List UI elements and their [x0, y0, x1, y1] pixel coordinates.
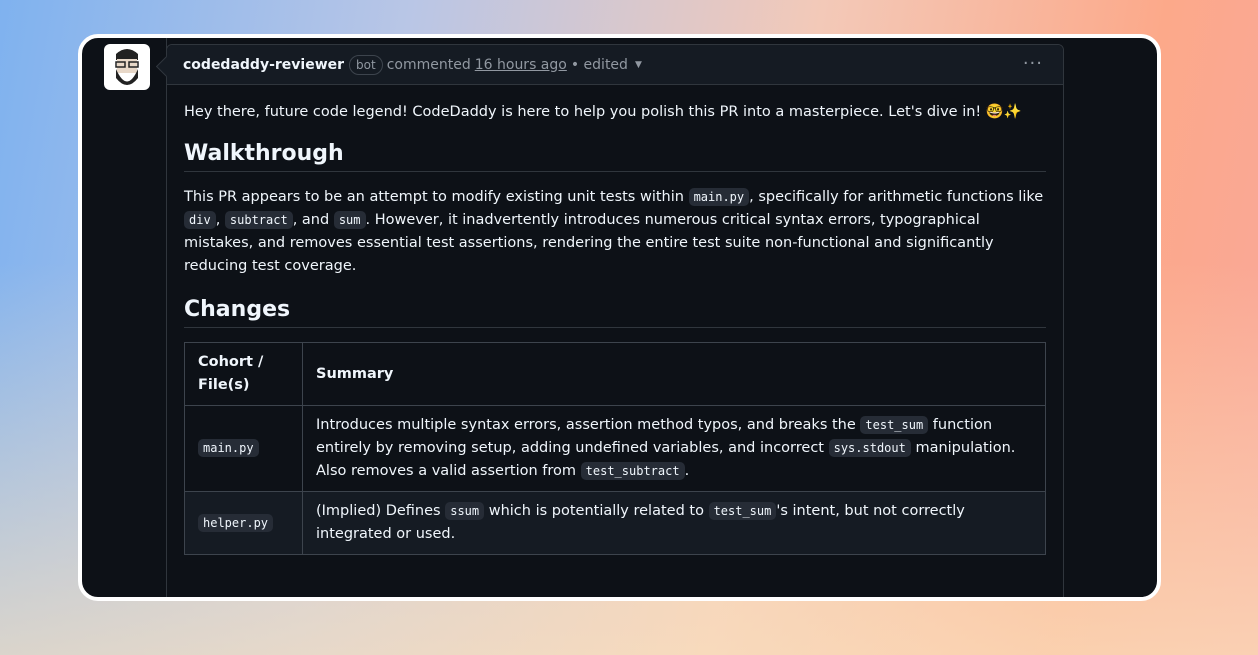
comment-header: codedaddy-reviewer bot commented 16 hour… — [167, 45, 1063, 85]
summary-cell: (Implied) Defines ssum which is potentia… — [302, 491, 1046, 555]
bearded-man-icon — [115, 49, 139, 85]
file-cell: helper.py — [184, 491, 303, 555]
text: . — [684, 463, 690, 479]
kebab-horizontal-icon[interactable]: ··· — [1023, 53, 1043, 74]
table-row: main.py Introduces multiple syntax error… — [184, 405, 1046, 492]
chevron-down-icon[interactable]: ▼ — [635, 60, 642, 70]
summary-cell: Introduces multiple syntax errors, asser… — [302, 405, 1046, 492]
action-text: commented — [386, 56, 471, 73]
text: , specifically for arithmetic functions … — [749, 189, 1044, 205]
timestamp-link[interactable]: 16 hours ago — [475, 57, 567, 73]
column-header: Cohort / File(s) — [184, 342, 303, 406]
changes-heading: Changes — [184, 298, 1046, 328]
text: , — [215, 212, 225, 228]
text: , and — [292, 212, 334, 228]
changes-table: Cohort / File(s) Summary main.py Introdu… — [184, 342, 1046, 555]
table-row: helper.py (Implied) Defines ssum which i… — [184, 491, 1046, 555]
walkthrough-text: This PR appears to be an attempt to modi… — [184, 186, 1046, 278]
comment-box: codedaddy-reviewer bot commented 16 hour… — [166, 44, 1064, 597]
text: (Implied) Defines — [316, 503, 446, 519]
code: ssum — [445, 502, 485, 520]
bot-badge: bot — [349, 54, 383, 75]
code: main.py — [688, 188, 750, 206]
table-header-row: Cohort / File(s) Summary — [184, 342, 1046, 406]
code: main.py — [198, 439, 259, 457]
text: Introduces multiple syntax errors, asser… — [316, 417, 861, 433]
code: div — [184, 211, 216, 229]
screenshot-frame: codedaddy-reviewer bot commented 16 hour… — [78, 34, 1161, 601]
code: sys.stdout — [828, 439, 911, 457]
comment-body: Hey there, future code legend! CodeDaddy… — [167, 85, 1063, 571]
author-link[interactable]: codedaddy-reviewer — [183, 57, 344, 73]
code: sum — [333, 211, 366, 229]
code: subtract — [224, 211, 293, 229]
column-header: Summary — [302, 342, 1046, 406]
text: which is potentially related to — [484, 503, 709, 519]
intro-text: Hey there, future code legend! CodeDaddy… — [184, 104, 1022, 120]
code: test_sum — [708, 502, 777, 520]
edited-dropdown[interactable]: • edited — [571, 57, 628, 73]
code: test_sum — [860, 416, 929, 434]
code: test_subtract — [580, 462, 685, 480]
text: This PR appears to be an attempt to modi… — [184, 189, 689, 205]
code: helper.py — [198, 513, 274, 532]
walkthrough-heading: Walkthrough — [184, 142, 1046, 172]
file-cell: main.py — [184, 405, 303, 492]
avatar[interactable] — [104, 44, 150, 90]
